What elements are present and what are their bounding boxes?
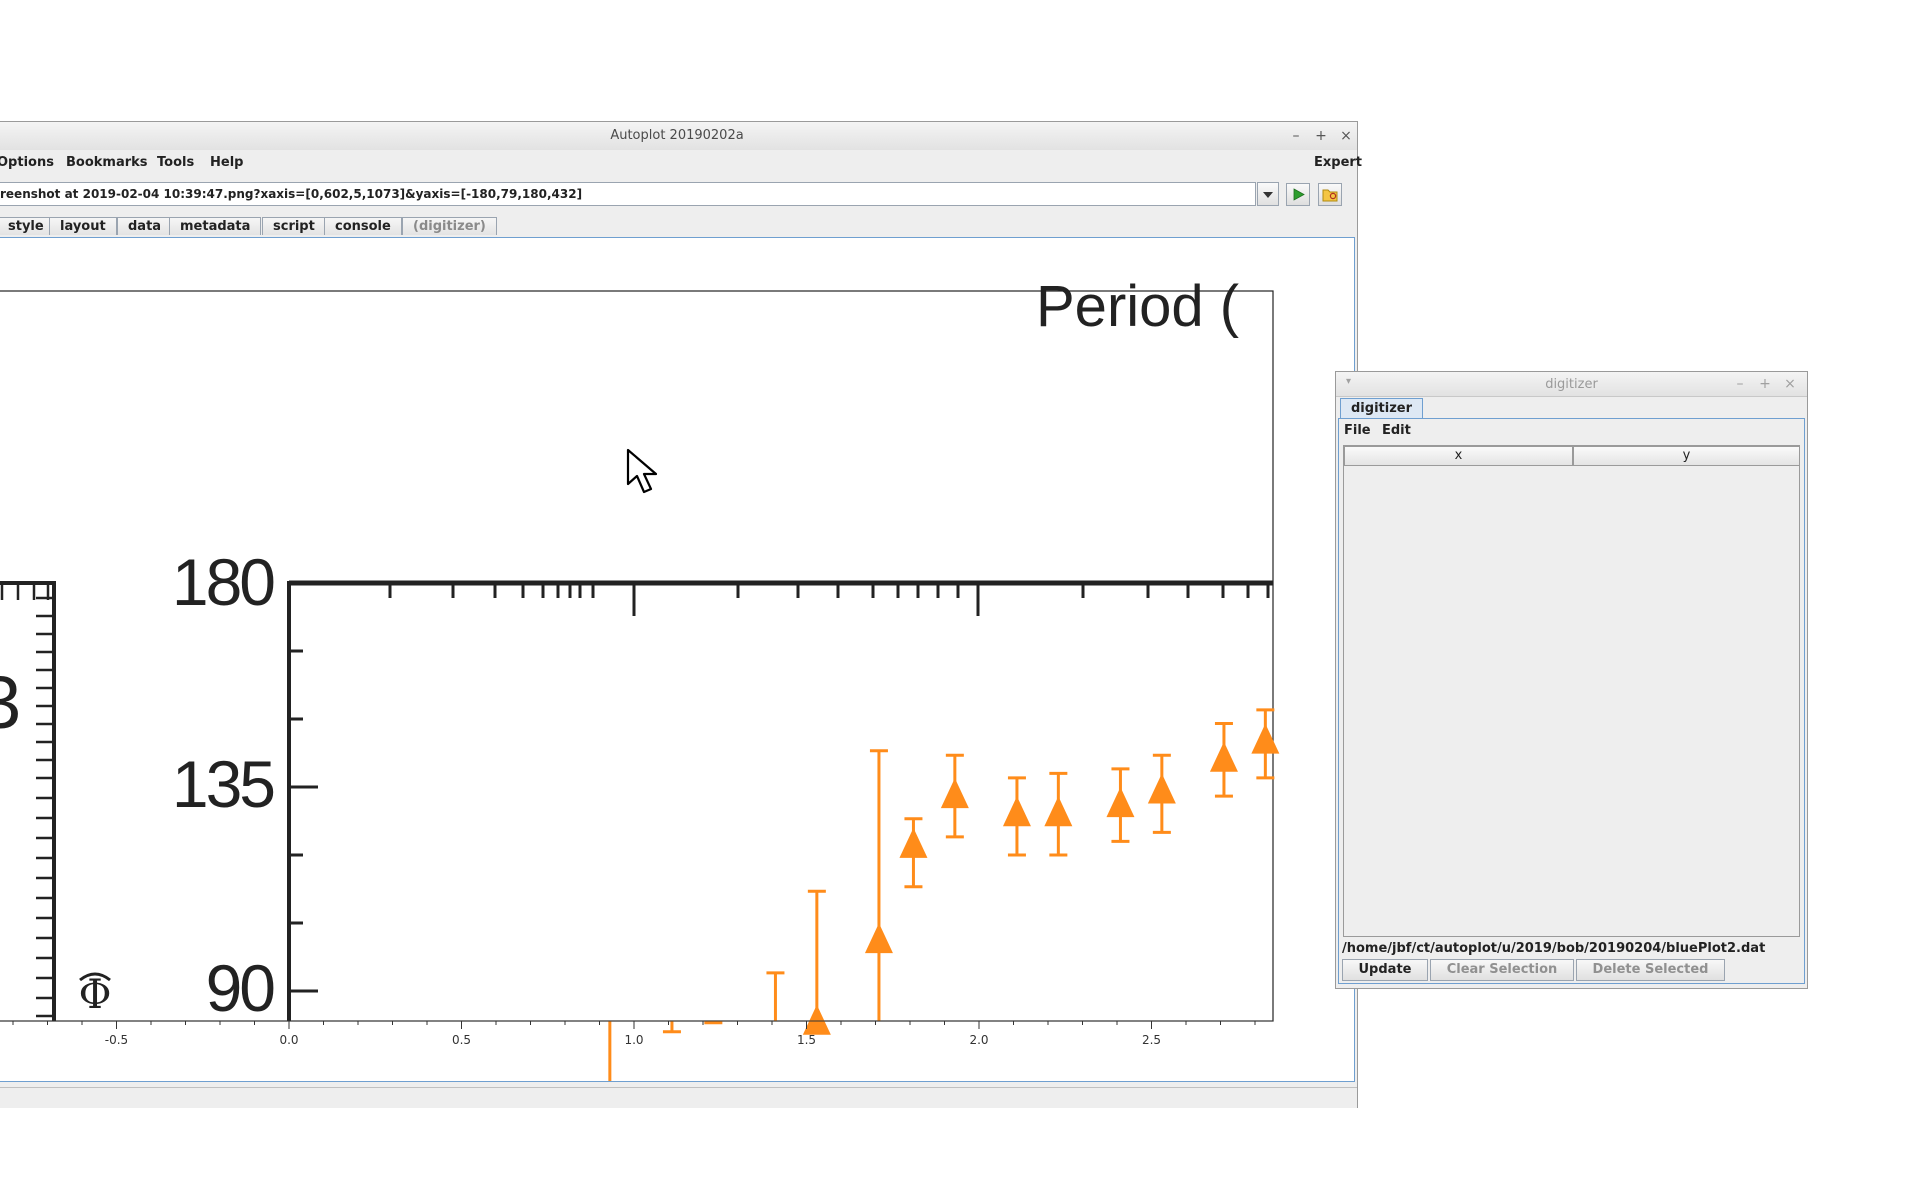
- x-axis-tick-label: 1.0: [624, 1033, 643, 1047]
- column-header-y[interactable]: y: [1573, 446, 1800, 466]
- uri-field-container: [0, 182, 1256, 206]
- digitizer-window: ▾ digitizer – + × digitizer File Edit x …: [1335, 371, 1808, 989]
- points-table[interactable]: x y: [1343, 445, 1800, 937]
- canvas-panel: 1801359045Period (3Φ -0.50.00.51.01.52.0…: [0, 237, 1355, 1082]
- uri-dropdown-button[interactable]: [1257, 182, 1279, 206]
- tab-digitizer[interactable]: (digitizer): [402, 217, 497, 235]
- x-axis: -0.5 0.0 0.5 1.0 1.5 2.0 2.5: [0, 1020, 1273, 1047]
- clear-selection-button[interactable]: Clear Selection: [1430, 959, 1574, 981]
- background-image-frame: [0, 290, 1274, 1022]
- tab-digitizer-panel[interactable]: digitizer: [1340, 398, 1423, 418]
- browse-button[interactable]: [1318, 183, 1342, 206]
- image-y-tick-label: 180: [172, 545, 274, 619]
- tab-script[interactable]: script: [262, 217, 326, 235]
- close-icon[interactable]: ×: [1337, 127, 1355, 145]
- play-icon: [1293, 188, 1305, 201]
- uri-input[interactable]: [0, 183, 1255, 205]
- folder-icon: [1322, 189, 1338, 202]
- menu-edit[interactable]: Edit: [1382, 423, 1411, 438]
- x-axis-tick-label: 0.5: [452, 1033, 471, 1047]
- plot-go-button[interactable]: [1286, 183, 1310, 206]
- button-row: Update Clear Selection Delete Selected: [1342, 959, 1802, 981]
- status-bar: [0, 1087, 1357, 1108]
- menu-expert[interactable]: Expert: [1314, 155, 1362, 170]
- autoplot-window: Autoplot 20190202a – + × Options Bookmar…: [0, 121, 1362, 1108]
- minimize-icon[interactable]: –: [1731, 375, 1749, 393]
- update-button[interactable]: Update: [1342, 959, 1428, 981]
- digitizer-titlebar[interactable]: ▾ digitizer – + ×: [1336, 372, 1807, 397]
- column-header-x[interactable]: x: [1344, 446, 1573, 466]
- close-icon[interactable]: ×: [1781, 375, 1799, 393]
- tab-style[interactable]: style: [0, 217, 55, 235]
- tab-layout[interactable]: layout: [49, 217, 117, 235]
- mouse-cursor-icon: [626, 448, 658, 494]
- image-header-text: Period (: [1036, 274, 1239, 339]
- x-axis-tick-label: -0.5: [105, 1033, 128, 1047]
- image-y-tick-label: 135: [172, 747, 273, 821]
- x-axis-tick-label: 2.0: [969, 1033, 988, 1047]
- maximize-icon[interactable]: +: [1756, 375, 1774, 393]
- main-titlebar[interactable]: Autoplot 20190202a – + ×: [0, 122, 1357, 151]
- tab-console[interactable]: console: [324, 217, 402, 235]
- menubar: Options Bookmarks Tools Help Expert: [0, 150, 1362, 174]
- digitizer-panel: File Edit x y /home/jbf/ct/autoplot/u/20…: [1338, 418, 1805, 984]
- menu-options[interactable]: Options: [0, 155, 54, 170]
- menu-tools[interactable]: Tools: [157, 155, 194, 170]
- image-y-tick-label: 90: [206, 951, 275, 1025]
- image-left-fragment: 3: [0, 661, 21, 744]
- menu-bookmarks[interactable]: Bookmarks: [66, 155, 148, 170]
- window-title: Autoplot 20190202a: [610, 128, 744, 143]
- maximize-icon[interactable]: +: [1312, 127, 1330, 145]
- x-axis-tick-label: 0.0: [279, 1033, 298, 1047]
- menu-file[interactable]: File: [1344, 423, 1371, 438]
- tab-row: style layout data metadata script consol…: [0, 217, 1357, 237]
- tab-metadata[interactable]: metadata: [169, 217, 262, 235]
- x-axis-tick-label: 1.5: [797, 1033, 816, 1047]
- output-filepath: /home/jbf/ct/autoplot/u/2019/bob/2019020…: [1342, 941, 1766, 956]
- plot-canvas[interactable]: 1801359045Period (3Φ -0.50.00.51.01.52.0…: [0, 238, 1354, 1081]
- x-axis-tick-label: 2.5: [1142, 1033, 1161, 1047]
- tab-data[interactable]: data: [117, 217, 173, 235]
- delete-selected-button[interactable]: Delete Selected: [1576, 959, 1725, 981]
- minimize-icon[interactable]: –: [1287, 127, 1305, 145]
- menu-help[interactable]: Help: [210, 155, 243, 170]
